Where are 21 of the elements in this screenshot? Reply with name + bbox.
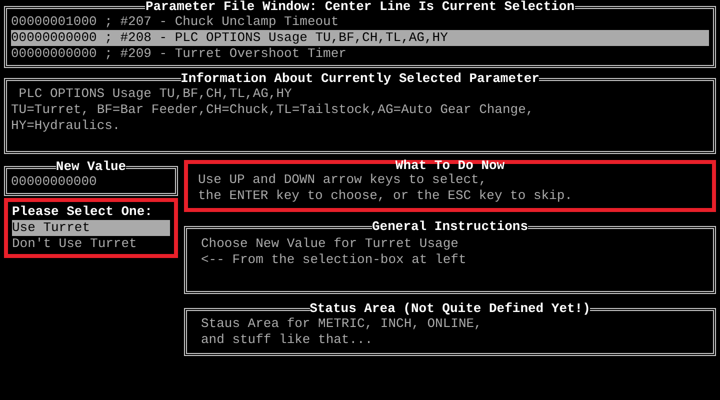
parameter-row[interactable]: 00000001000 ; #207 - Chuck Unclamp Timeout	[11, 14, 709, 30]
parameter-row[interactable]: 00000000000 ; #209 - Turret Overshoot Timer	[11, 46, 709, 62]
panel-title: General Instructions	[372, 220, 528, 234]
panel-title: Status Area (Not Quite Defined Yet!)	[310, 302, 590, 316]
panel-title: New Value	[56, 160, 126, 174]
instruction-text: <-- From the selection-box at left	[201, 252, 466, 268]
instruction-text: the ENTER key to choose, or the ESC key to skip.	[198, 188, 572, 204]
new-value-text: 00000000000	[11, 174, 97, 190]
select-option[interactable]: Don't Use Turret	[12, 236, 170, 252]
info-text: PLC OPTIONS Usage TU,BF,CH,TL,AG,HY	[18, 86, 292, 102]
status-text: and stuff like that...	[201, 332, 373, 348]
info-text: TU=Turret, BF=Bar Feeder,CH=Chuck,TL=Tailstock,AG=Auto Gear Change,	[11, 102, 534, 118]
parameter-row[interactable]: 00000000000 ; #208 - PLC OPTIONS Usage TU,BF,CH,TL,AG,HY	[11, 30, 709, 46]
instruction-text: Use UP and DOWN arrow keys to select,	[198, 172, 487, 188]
select-title: Please Select One:	[12, 204, 152, 220]
status-text: Staus Area for METRIC, INCH, ONLINE,	[201, 316, 482, 332]
panel-title: Parameter File Window: Center Line Is Current Selection	[145, 0, 575, 14]
select-option[interactable]: Use Turret	[12, 220, 170, 236]
panel-title: Information About Currently Selected Parameter	[180, 72, 540, 86]
instruction-text: Choose New Value for Turret Usage	[201, 236, 458, 252]
info-text: HY=Hydraulics.	[11, 118, 120, 134]
